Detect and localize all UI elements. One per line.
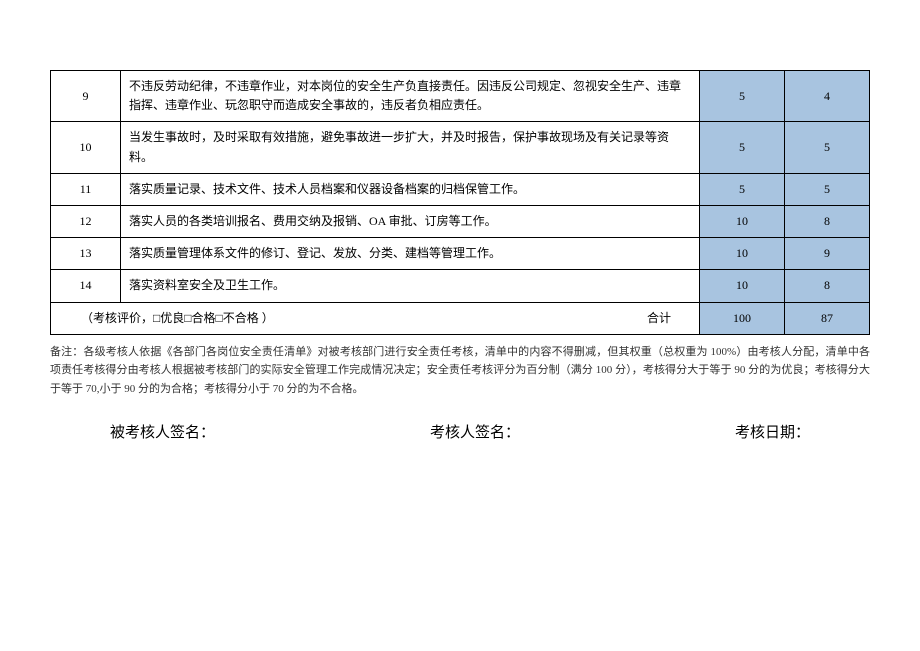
table-row: 10当发生事故时，及时采取有效措施，避免事故进一步扩大，并及时报告，保护事故现场… (51, 122, 870, 173)
assessor-label: 考核人签名： (430, 421, 520, 442)
row-description: 当发生事故时，及时采取有效措施，避免事故进一步扩大，并及时报告，保护事故现场及有… (121, 122, 700, 173)
row-score-actual: 5 (785, 173, 870, 205)
row-score-max: 5 (700, 173, 785, 205)
table-row: 13落实质量管理体系文件的修订、登记、发放、分类、建档等管理工作。109 (51, 238, 870, 270)
row-number: 11 (51, 173, 121, 205)
evaluation-label: （考核评价，□优良□合格□不合格 ） (81, 309, 447, 328)
row-number: 14 (51, 270, 121, 302)
assessment-table: 9不违反劳动纪律，不违章作业，对本岗位的安全生产负直接责任。因违反公司规定、忽视… (50, 70, 870, 335)
total-score-max: 100 (700, 302, 785, 334)
total-score-actual: 87 (785, 302, 870, 334)
row-score-actual: 8 (785, 205, 870, 237)
row-number: 9 (51, 71, 121, 122)
row-score-actual: 8 (785, 270, 870, 302)
row-description: 落实资料室安全及卫生工作。 (121, 270, 700, 302)
signed-label: 被考核人签名： (110, 421, 215, 442)
row-description: 落实质量管理体系文件的修订、登记、发放、分类、建档等管理工作。 (121, 238, 700, 270)
row-score-max: 10 (700, 205, 785, 237)
row-score-max: 10 (700, 238, 785, 270)
row-number: 10 (51, 122, 121, 173)
row-description: 不违反劳动纪律，不违章作业，对本岗位的安全生产负直接责任。因违反公司规定、忽视安… (121, 71, 700, 122)
summary-cell: （考核评价，□优良□合格□不合格 ） 合计 (51, 302, 700, 334)
date-label: 考核日期： (735, 421, 810, 442)
table-row: 12落实人员的各类培训报名、费用交纳及报销、OA 审批、订房等工作。108 (51, 205, 870, 237)
total-label: 合计 (647, 309, 671, 328)
table-row: 11落实质量记录、技术文件、技术人员档案和仪器设备档案的归档保管工作。55 (51, 173, 870, 205)
footnote-text: 备注：各级考核人依据《各部门各岗位安全责任清单》对被考核部门进行安全责任考核，清… (50, 343, 870, 399)
row-score-max: 5 (700, 71, 785, 122)
row-description: 落实质量记录、技术文件、技术人员档案和仪器设备档案的归档保管工作。 (121, 173, 700, 205)
row-score-actual: 9 (785, 238, 870, 270)
table-row: 14落实资料室安全及卫生工作。108 (51, 270, 870, 302)
row-number: 12 (51, 205, 121, 237)
summary-row: （考核评价，□优良□合格□不合格 ） 合计 10087 (51, 302, 870, 334)
row-score-actual: 4 (785, 71, 870, 122)
row-description: 落实人员的各类培训报名、费用交纳及报销、OA 审批、订房等工作。 (121, 205, 700, 237)
row-score-max: 10 (700, 270, 785, 302)
row-number: 13 (51, 238, 121, 270)
table-row: 9不违反劳动纪律，不违章作业，对本岗位的安全生产负直接责任。因违反公司规定、忽视… (51, 71, 870, 122)
signature-row: 被考核人签名： 考核人签名： 考核日期： (50, 421, 870, 442)
row-score-max: 5 (700, 122, 785, 173)
row-score-actual: 5 (785, 122, 870, 173)
